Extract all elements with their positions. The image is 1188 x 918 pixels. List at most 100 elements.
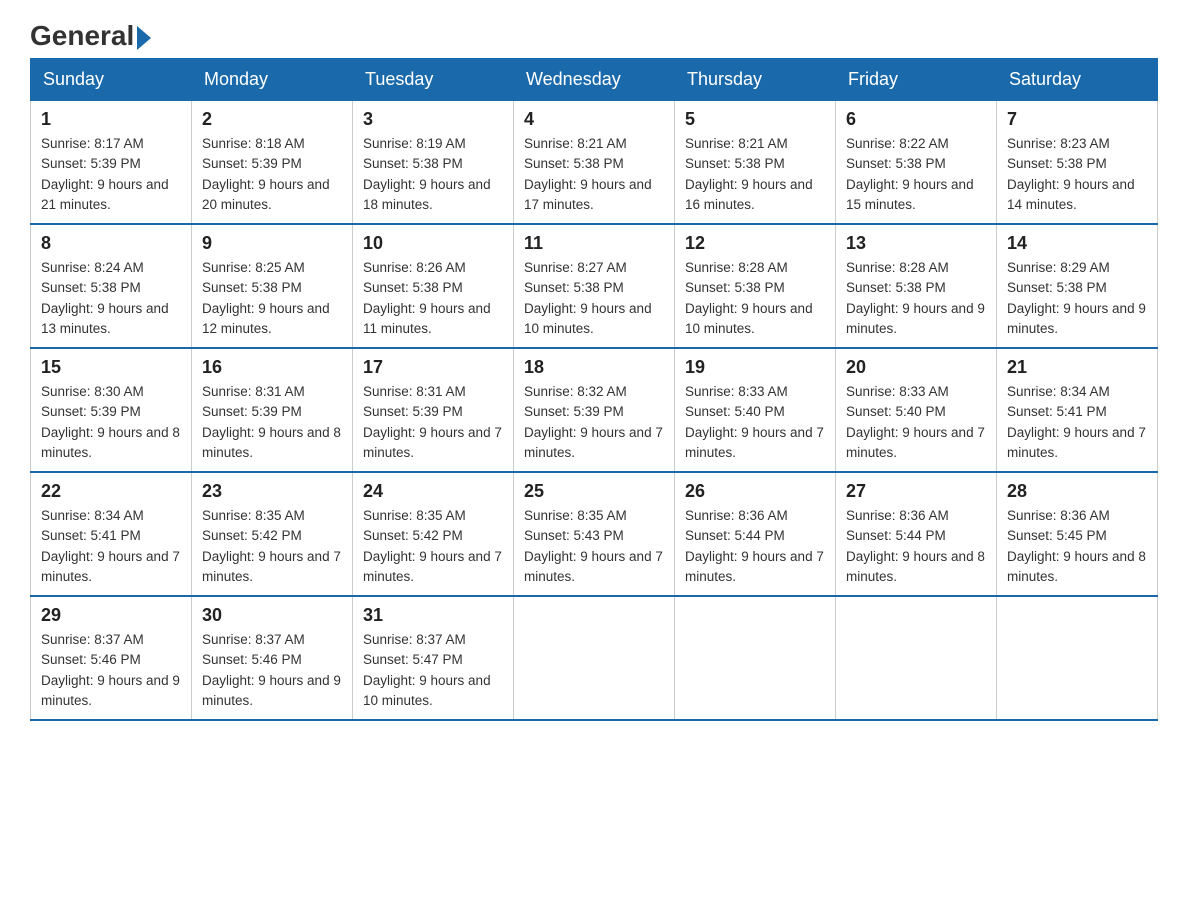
day-number: 2 bbox=[202, 109, 342, 130]
calendar-day-cell bbox=[836, 596, 997, 720]
day-info: Sunrise: 8:33 AM Sunset: 5:40 PM Dayligh… bbox=[685, 382, 825, 463]
calendar-day-cell bbox=[514, 596, 675, 720]
calendar-day-cell: 17 Sunrise: 8:31 AM Sunset: 5:39 PM Dayl… bbox=[353, 348, 514, 472]
day-number: 7 bbox=[1007, 109, 1147, 130]
day-info: Sunrise: 8:36 AM Sunset: 5:45 PM Dayligh… bbox=[1007, 506, 1147, 587]
day-number: 17 bbox=[363, 357, 503, 378]
calendar-day-cell: 4 Sunrise: 8:21 AM Sunset: 5:38 PM Dayli… bbox=[514, 101, 675, 225]
weekday-header-friday: Friday bbox=[836, 59, 997, 101]
day-number: 16 bbox=[202, 357, 342, 378]
calendar-week-row: 8 Sunrise: 8:24 AM Sunset: 5:38 PM Dayli… bbox=[31, 224, 1158, 348]
day-number: 31 bbox=[363, 605, 503, 626]
day-number: 10 bbox=[363, 233, 503, 254]
logo-arrow-icon bbox=[137, 26, 151, 50]
day-info: Sunrise: 8:35 AM Sunset: 5:42 PM Dayligh… bbox=[363, 506, 503, 587]
calendar-week-row: 1 Sunrise: 8:17 AM Sunset: 5:39 PM Dayli… bbox=[31, 101, 1158, 225]
day-info: Sunrise: 8:31 AM Sunset: 5:39 PM Dayligh… bbox=[363, 382, 503, 463]
weekday-header-wednesday: Wednesday bbox=[514, 59, 675, 101]
page-header: General bbox=[30, 20, 1158, 48]
day-number: 1 bbox=[41, 109, 181, 130]
day-info: Sunrise: 8:34 AM Sunset: 5:41 PM Dayligh… bbox=[41, 506, 181, 587]
day-info: Sunrise: 8:37 AM Sunset: 5:46 PM Dayligh… bbox=[41, 630, 181, 711]
day-info: Sunrise: 8:36 AM Sunset: 5:44 PM Dayligh… bbox=[846, 506, 986, 587]
day-number: 23 bbox=[202, 481, 342, 502]
day-number: 25 bbox=[524, 481, 664, 502]
day-info: Sunrise: 8:34 AM Sunset: 5:41 PM Dayligh… bbox=[1007, 382, 1147, 463]
day-info: Sunrise: 8:35 AM Sunset: 5:42 PM Dayligh… bbox=[202, 506, 342, 587]
day-number: 22 bbox=[41, 481, 181, 502]
calendar-day-cell: 12 Sunrise: 8:28 AM Sunset: 5:38 PM Dayl… bbox=[675, 224, 836, 348]
calendar-day-cell: 15 Sunrise: 8:30 AM Sunset: 5:39 PM Dayl… bbox=[31, 348, 192, 472]
day-info: Sunrise: 8:22 AM Sunset: 5:38 PM Dayligh… bbox=[846, 134, 986, 215]
calendar-day-cell: 18 Sunrise: 8:32 AM Sunset: 5:39 PM Dayl… bbox=[514, 348, 675, 472]
day-number: 19 bbox=[685, 357, 825, 378]
day-info: Sunrise: 8:17 AM Sunset: 5:39 PM Dayligh… bbox=[41, 134, 181, 215]
day-info: Sunrise: 8:37 AM Sunset: 5:46 PM Dayligh… bbox=[202, 630, 342, 711]
calendar-day-cell: 30 Sunrise: 8:37 AM Sunset: 5:46 PM Dayl… bbox=[192, 596, 353, 720]
day-number: 8 bbox=[41, 233, 181, 254]
calendar-day-cell: 20 Sunrise: 8:33 AM Sunset: 5:40 PM Dayl… bbox=[836, 348, 997, 472]
calendar-day-cell: 10 Sunrise: 8:26 AM Sunset: 5:38 PM Dayl… bbox=[353, 224, 514, 348]
day-number: 11 bbox=[524, 233, 664, 254]
day-info: Sunrise: 8:28 AM Sunset: 5:38 PM Dayligh… bbox=[846, 258, 986, 339]
weekday-header-tuesday: Tuesday bbox=[353, 59, 514, 101]
calendar-day-cell: 14 Sunrise: 8:29 AM Sunset: 5:38 PM Dayl… bbox=[997, 224, 1158, 348]
day-info: Sunrise: 8:25 AM Sunset: 5:38 PM Dayligh… bbox=[202, 258, 342, 339]
calendar-day-cell: 8 Sunrise: 8:24 AM Sunset: 5:38 PM Dayli… bbox=[31, 224, 192, 348]
day-info: Sunrise: 8:32 AM Sunset: 5:39 PM Dayligh… bbox=[524, 382, 664, 463]
day-number: 12 bbox=[685, 233, 825, 254]
calendar-day-cell: 6 Sunrise: 8:22 AM Sunset: 5:38 PM Dayli… bbox=[836, 101, 997, 225]
day-info: Sunrise: 8:18 AM Sunset: 5:39 PM Dayligh… bbox=[202, 134, 342, 215]
calendar-day-cell: 3 Sunrise: 8:19 AM Sunset: 5:38 PM Dayli… bbox=[353, 101, 514, 225]
calendar-day-cell: 1 Sunrise: 8:17 AM Sunset: 5:39 PM Dayli… bbox=[31, 101, 192, 225]
day-number: 6 bbox=[846, 109, 986, 130]
day-number: 27 bbox=[846, 481, 986, 502]
day-number: 13 bbox=[846, 233, 986, 254]
weekday-header-saturday: Saturday bbox=[997, 59, 1158, 101]
day-number: 20 bbox=[846, 357, 986, 378]
calendar-day-cell: 13 Sunrise: 8:28 AM Sunset: 5:38 PM Dayl… bbox=[836, 224, 997, 348]
day-number: 21 bbox=[1007, 357, 1147, 378]
day-number: 29 bbox=[41, 605, 181, 626]
calendar-week-row: 22 Sunrise: 8:34 AM Sunset: 5:41 PM Dayl… bbox=[31, 472, 1158, 596]
day-number: 4 bbox=[524, 109, 664, 130]
calendar-day-cell: 19 Sunrise: 8:33 AM Sunset: 5:40 PM Dayl… bbox=[675, 348, 836, 472]
day-info: Sunrise: 8:29 AM Sunset: 5:38 PM Dayligh… bbox=[1007, 258, 1147, 339]
day-number: 30 bbox=[202, 605, 342, 626]
calendar-header-row: SundayMondayTuesdayWednesdayThursdayFrid… bbox=[31, 59, 1158, 101]
calendar-day-cell bbox=[675, 596, 836, 720]
day-info: Sunrise: 8:21 AM Sunset: 5:38 PM Dayligh… bbox=[685, 134, 825, 215]
day-info: Sunrise: 8:24 AM Sunset: 5:38 PM Dayligh… bbox=[41, 258, 181, 339]
logo-general-text: General bbox=[30, 20, 151, 52]
calendar-day-cell: 11 Sunrise: 8:27 AM Sunset: 5:38 PM Dayl… bbox=[514, 224, 675, 348]
calendar-day-cell: 28 Sunrise: 8:36 AM Sunset: 5:45 PM Dayl… bbox=[997, 472, 1158, 596]
calendar-day-cell: 9 Sunrise: 8:25 AM Sunset: 5:38 PM Dayli… bbox=[192, 224, 353, 348]
calendar-day-cell: 29 Sunrise: 8:37 AM Sunset: 5:46 PM Dayl… bbox=[31, 596, 192, 720]
day-number: 9 bbox=[202, 233, 342, 254]
calendar-table: SundayMondayTuesdayWednesdayThursdayFrid… bbox=[30, 58, 1158, 721]
day-info: Sunrise: 8:21 AM Sunset: 5:38 PM Dayligh… bbox=[524, 134, 664, 215]
calendar-day-cell: 24 Sunrise: 8:35 AM Sunset: 5:42 PM Dayl… bbox=[353, 472, 514, 596]
weekday-header-monday: Monday bbox=[192, 59, 353, 101]
calendar-day-cell: 5 Sunrise: 8:21 AM Sunset: 5:38 PM Dayli… bbox=[675, 101, 836, 225]
calendar-day-cell: 16 Sunrise: 8:31 AM Sunset: 5:39 PM Dayl… bbox=[192, 348, 353, 472]
calendar-week-row: 15 Sunrise: 8:30 AM Sunset: 5:39 PM Dayl… bbox=[31, 348, 1158, 472]
weekday-header-thursday: Thursday bbox=[675, 59, 836, 101]
day-info: Sunrise: 8:37 AM Sunset: 5:47 PM Dayligh… bbox=[363, 630, 503, 711]
day-number: 24 bbox=[363, 481, 503, 502]
logo: General bbox=[30, 20, 151, 48]
day-number: 18 bbox=[524, 357, 664, 378]
day-info: Sunrise: 8:19 AM Sunset: 5:38 PM Dayligh… bbox=[363, 134, 503, 215]
day-info: Sunrise: 8:33 AM Sunset: 5:40 PM Dayligh… bbox=[846, 382, 986, 463]
calendar-day-cell: 27 Sunrise: 8:36 AM Sunset: 5:44 PM Dayl… bbox=[836, 472, 997, 596]
day-number: 5 bbox=[685, 109, 825, 130]
calendar-day-cell bbox=[997, 596, 1158, 720]
weekday-header-sunday: Sunday bbox=[31, 59, 192, 101]
day-info: Sunrise: 8:35 AM Sunset: 5:43 PM Dayligh… bbox=[524, 506, 664, 587]
calendar-day-cell: 7 Sunrise: 8:23 AM Sunset: 5:38 PM Dayli… bbox=[997, 101, 1158, 225]
day-number: 14 bbox=[1007, 233, 1147, 254]
calendar-day-cell: 2 Sunrise: 8:18 AM Sunset: 5:39 PM Dayli… bbox=[192, 101, 353, 225]
calendar-day-cell: 21 Sunrise: 8:34 AM Sunset: 5:41 PM Dayl… bbox=[997, 348, 1158, 472]
calendar-day-cell: 23 Sunrise: 8:35 AM Sunset: 5:42 PM Dayl… bbox=[192, 472, 353, 596]
day-info: Sunrise: 8:28 AM Sunset: 5:38 PM Dayligh… bbox=[685, 258, 825, 339]
